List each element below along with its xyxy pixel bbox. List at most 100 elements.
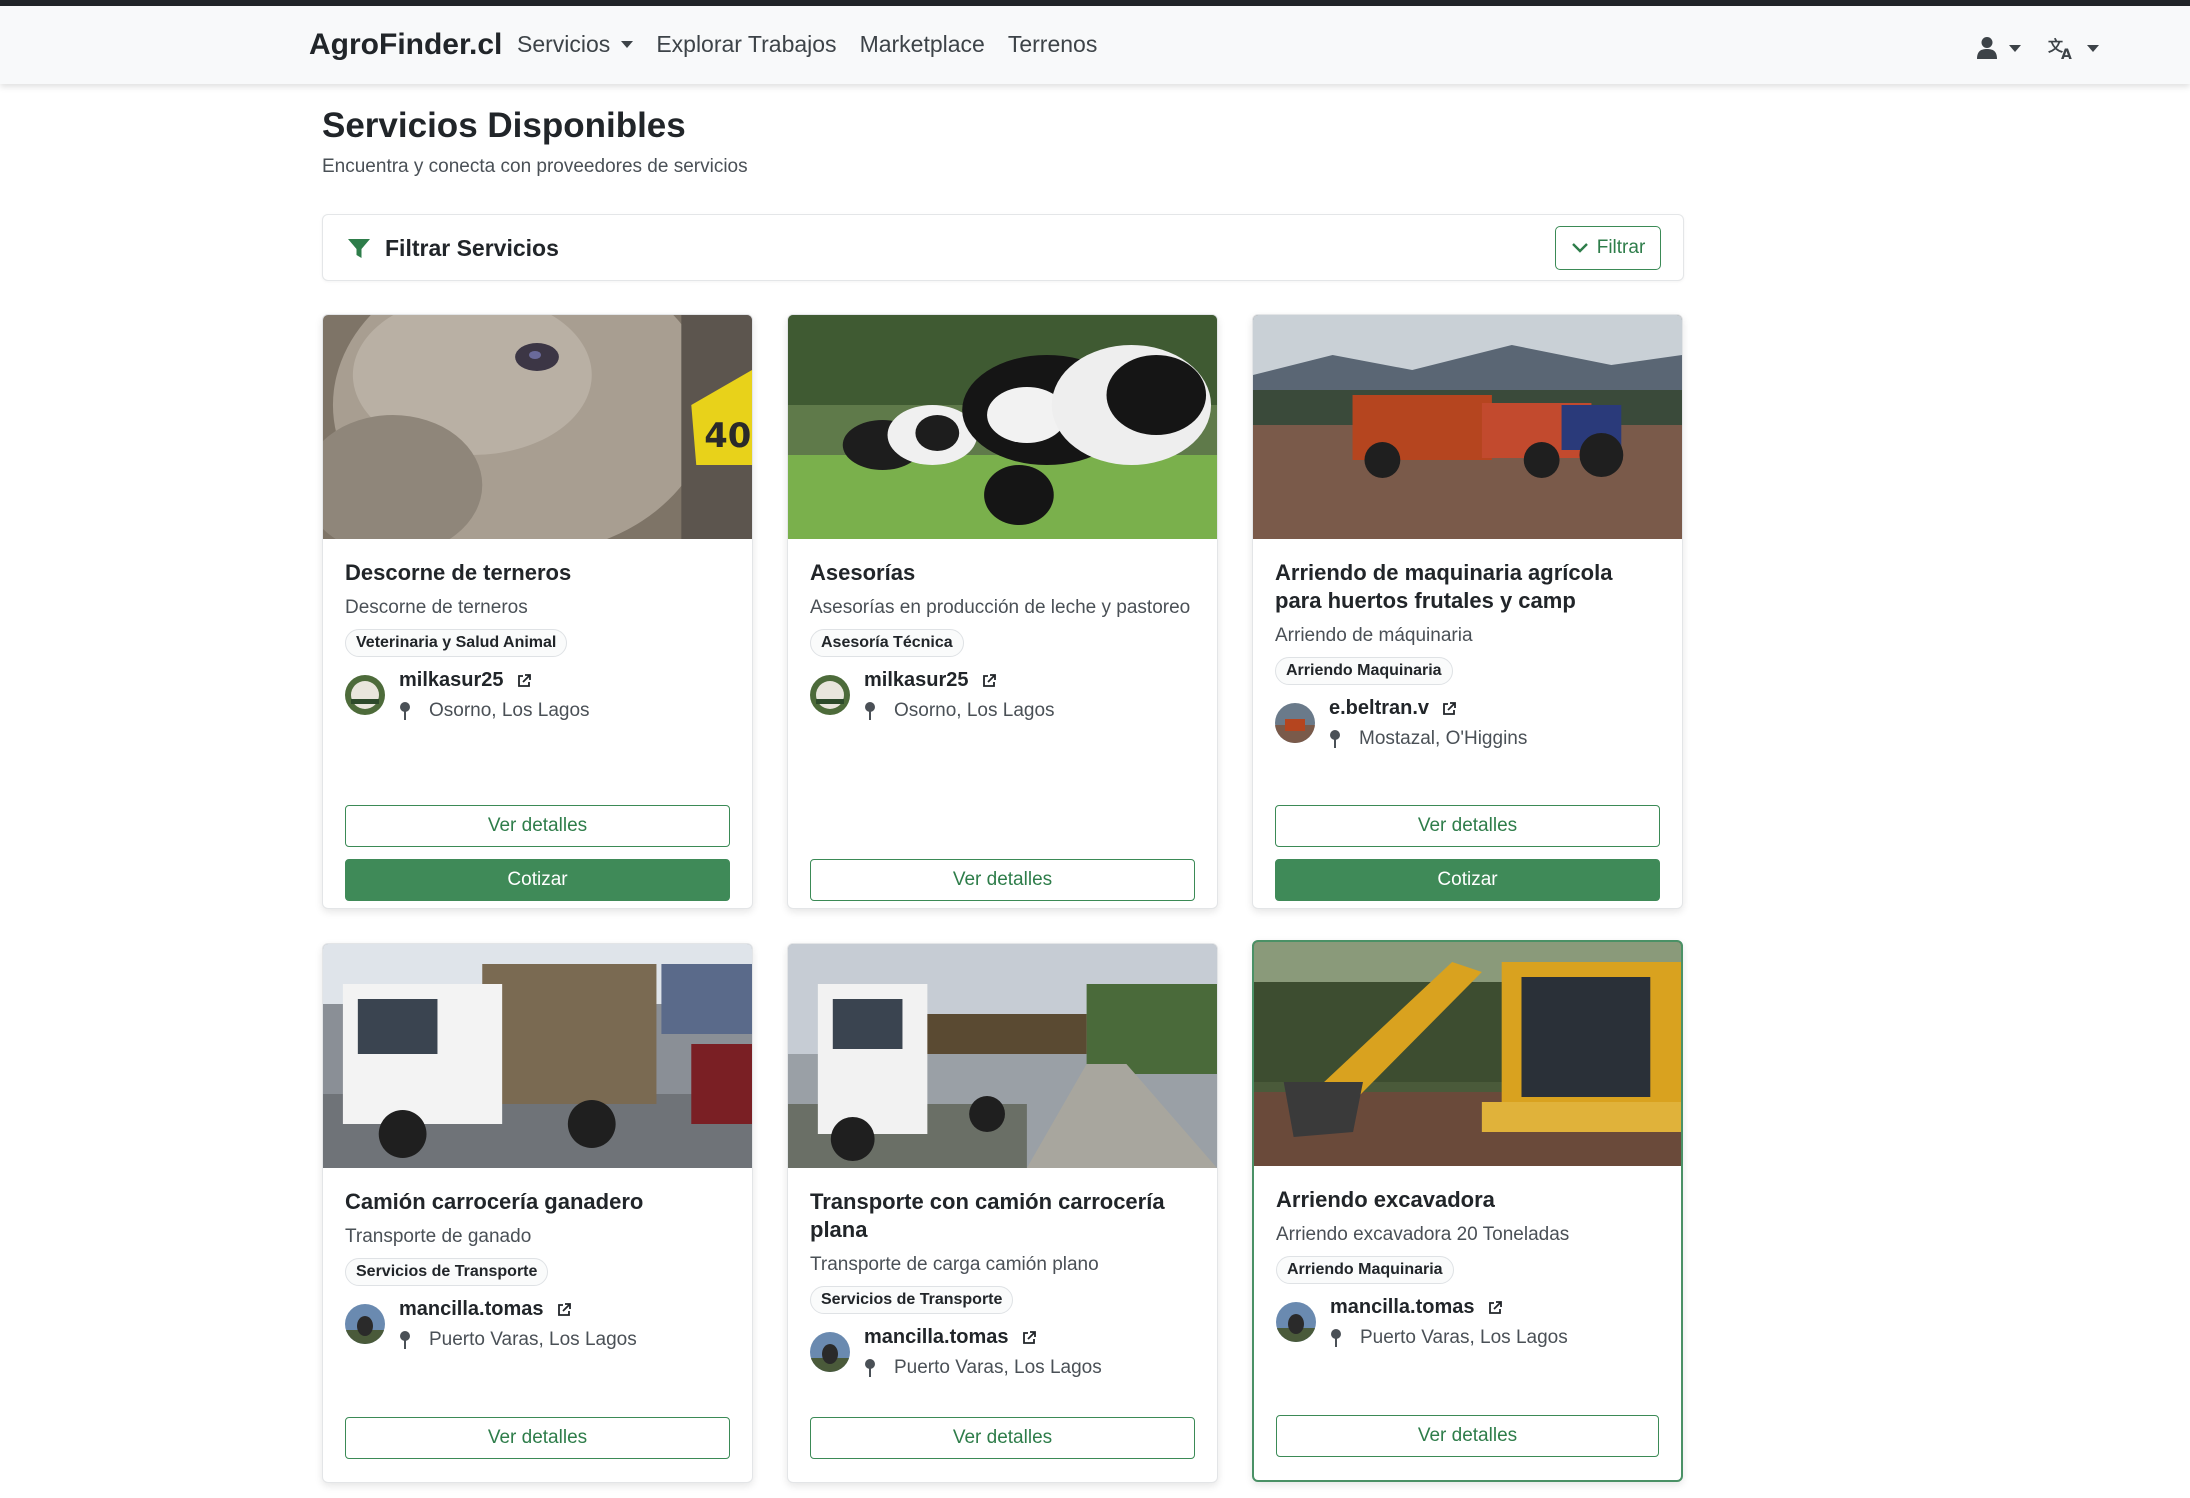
location-text: Osorno, Los Lagos <box>429 700 590 721</box>
service-description: Arriendo excavadora 20 Toneladas <box>1276 1224 1570 1245</box>
view-details-button[interactable]: Ver detalles <box>810 1417 1195 1459</box>
view-details-button[interactable]: Ver detalles <box>810 859 1195 901</box>
service-card: Arriendo de maquinaria agrícola para hue… <box>1252 314 1683 909</box>
nav-item-marketplace[interactable]: Marketplace <box>860 31 985 58</box>
provider-name: e.beltran.v <box>1329 697 1430 719</box>
nav-item-label: Marketplace <box>859 31 985 57</box>
service-image-tractor[interactable] <box>1253 315 1682 539</box>
quote-button[interactable]: Cotizar <box>345 859 730 901</box>
service-image-calf[interactable]: 40 <box>323 315 752 539</box>
translate-icon: 文A <box>2048 37 2072 60</box>
card-body: Camión carrocería ganadero Transporte de… <box>345 1188 730 1351</box>
service-card: 40 Descorne de terneros Descorne de tern… <box>322 314 753 909</box>
provider-location: Mostazal, O'Higgins <box>1329 728 1527 750</box>
view-details-button[interactable]: Ver detalles <box>1275 805 1660 847</box>
card-body: Arriendo de maquinaria agrícola para hue… <box>1275 559 1660 750</box>
page-title: Servicios Disponibles <box>322 106 686 145</box>
svg-text:40: 40 <box>704 416 751 455</box>
service-title[interactable]: Transporte con camión carrocería plana <box>810 1188 1195 1244</box>
external-link-icon <box>557 1302 571 1316</box>
service-image-cows[interactable] <box>788 315 1217 539</box>
service-image-livestock-truck[interactable] <box>323 944 752 1168</box>
view-details-button[interactable]: Ver detalles <box>345 1417 730 1459</box>
chevron-down-icon <box>2087 44 2099 52</box>
card-body: Arriendo excavadora Arriendo excavadora … <box>1276 1186 1659 1349</box>
provider-name: milkasur25 <box>864 669 969 691</box>
map-pin-icon <box>400 702 410 720</box>
nav-item-label: Terrenos <box>1007 31 1098 57</box>
quote-button[interactable]: Cotizar <box>1275 859 1660 901</box>
user-menu-toggle[interactable] <box>1976 36 2021 60</box>
card-body: Transporte con camión carrocería plana T… <box>810 1188 1195 1379</box>
filter-header: Filtrar Servicios <box>347 235 559 262</box>
category-badge: Servicios de Transporte <box>345 1258 549 1286</box>
provider-name-link[interactable]: milkasur25 <box>864 669 1055 692</box>
view-details-button[interactable]: Ver detalles <box>1276 1415 1659 1457</box>
provider-name-link[interactable]: mancilla.tomas <box>864 1326 1102 1349</box>
filter-button-label: Filtrar <box>1596 237 1646 258</box>
service-image-flatbed-truck[interactable] <box>788 944 1217 1168</box>
map-pin-icon <box>865 702 875 720</box>
service-card: Arriendo excavadora Arriendo excavadora … <box>1252 940 1683 1482</box>
language-menu-toggle[interactable]: 文A <box>2048 36 2099 60</box>
service-title[interactable]: Arriendo excavadora <box>1276 1186 1659 1214</box>
map-pin-icon <box>865 1359 875 1377</box>
provider-name-link[interactable]: mancilla.tomas <box>1330 1296 1568 1319</box>
provider-name-link[interactable]: milkasur25 <box>399 669 590 692</box>
service-description: Descorne de terneros <box>345 597 528 618</box>
service-description: Transporte de ganado <box>345 1226 532 1247</box>
filter-panel: Filtrar Servicios Filtrar <box>322 214 1684 281</box>
avatar[interactable] <box>345 675 385 715</box>
provider-location: Puerto Varas, Los Lagos <box>1330 1327 1568 1349</box>
avatar[interactable] <box>1276 1302 1316 1342</box>
nav-item-terrenos[interactable]: Terrenos <box>1008 31 1097 58</box>
brand-logo[interactable]: AgroFinder.cl <box>309 28 502 62</box>
service-title[interactable]: Asesorías <box>810 559 1195 587</box>
provider-location: Puerto Varas, Los Lagos <box>864 1357 1102 1379</box>
avatar[interactable] <box>345 1304 385 1344</box>
card-body: Descorne de terneros Descorne de ternero… <box>345 559 730 722</box>
avatar[interactable] <box>810 1332 850 1372</box>
category-badge: Servicios de Transporte <box>810 1286 1014 1314</box>
external-link-icon <box>982 673 996 687</box>
location-text: Mostazal, O'Higgins <box>1359 728 1528 749</box>
nav-item-explorar-trabajos[interactable]: Explorar Trabajos <box>656 31 836 58</box>
chevron-down-icon <box>2009 44 2021 52</box>
chevron-down-icon <box>1571 243 1588 253</box>
filter-title: Filtrar Servicios <box>385 235 559 261</box>
map-pin-icon <box>1331 1329 1341 1347</box>
service-card: Asesorías Asesorías en producción de lec… <box>787 314 1218 909</box>
view-details-button[interactable]: Ver detalles <box>345 805 730 847</box>
filter-icon <box>348 238 370 258</box>
nav-item-servicios[interactable]: Servicios <box>517 31 634 58</box>
service-title[interactable]: Camión carrocería ganadero <box>345 1188 730 1216</box>
location-text: Puerto Varas, Los Lagos <box>894 1357 1102 1378</box>
avatar[interactable] <box>810 675 850 715</box>
location-text: Osorno, Los Lagos <box>894 700 1055 721</box>
service-image-excavator[interactable] <box>1254 942 1681 1166</box>
provider-name: mancilla.tomas <box>864 1326 1009 1348</box>
provider-info: mancilla.tomas Puerto Varas, Los Lagos <box>810 1326 1195 1379</box>
provider-location: Puerto Varas, Los Lagos <box>399 1329 637 1351</box>
filter-toggle-button[interactable]: Filtrar <box>1555 226 1661 270</box>
user-icon <box>1977 37 1997 59</box>
external-link-icon <box>1443 701 1456 715</box>
chevron-down-icon <box>621 41 634 48</box>
nav-item-label: Servicios <box>517 31 611 57</box>
category-badge: Asesoría Técnica <box>810 629 964 657</box>
service-title[interactable]: Arriendo de maquinaria agrícola para hue… <box>1275 559 1660 615</box>
external-link-icon <box>1488 1300 1502 1314</box>
provider-name-link[interactable]: mancilla.tomas <box>399 1298 637 1321</box>
location-text: Puerto Varas, Los Lagos <box>1360 1327 1568 1348</box>
provider-location: Osorno, Los Lagos <box>399 700 590 722</box>
service-title[interactable]: Descorne de terneros <box>345 559 730 587</box>
provider-info: mancilla.tomas Puerto Varas, Los Lagos <box>345 1298 730 1351</box>
map-pin-icon <box>400 1331 410 1349</box>
external-link-icon <box>1022 1330 1036 1344</box>
service-card: Camión carrocería ganadero Transporte de… <box>322 943 753 1483</box>
provider-name-link[interactable]: e.beltran.v <box>1329 697 1527 720</box>
provider-info: mancilla.tomas Puerto Varas, Los Lagos <box>1276 1296 1659 1349</box>
provider-name: mancilla.tomas <box>1330 1296 1475 1318</box>
service-card: Transporte con camión carrocería plana T… <box>787 943 1218 1483</box>
avatar[interactable] <box>1275 703 1315 743</box>
